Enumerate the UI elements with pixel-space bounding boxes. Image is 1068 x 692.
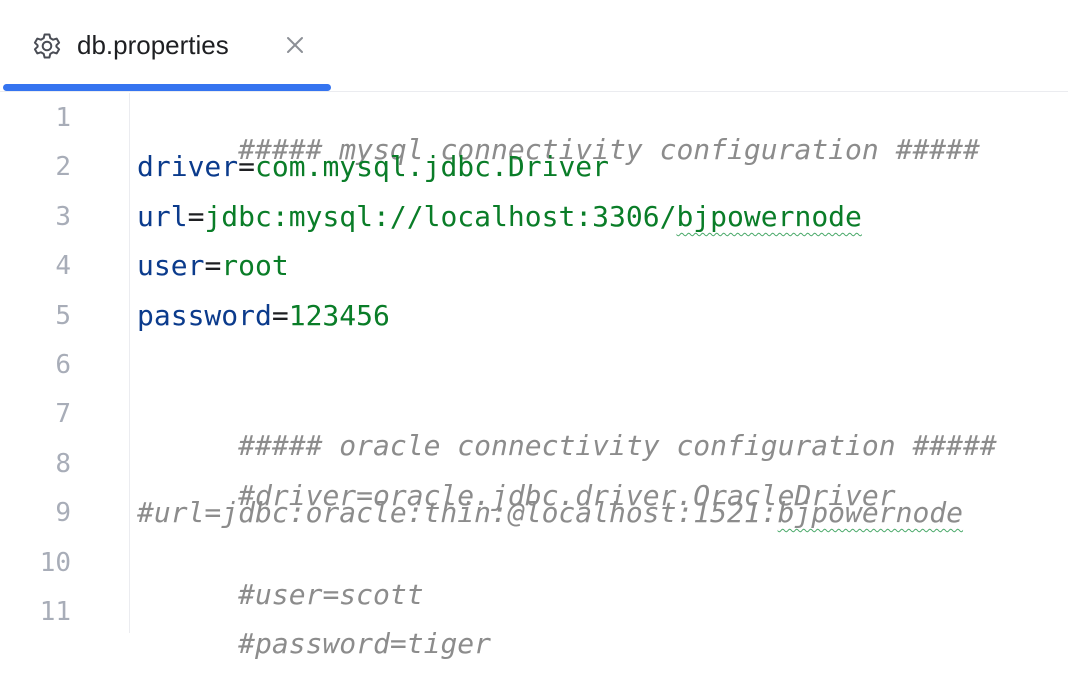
- property-value: root: [221, 249, 289, 282]
- property-key: driver: [137, 150, 239, 183]
- line-number: 8: [55, 449, 71, 479]
- line-number-gutter: 1 2 3 4 5 6 7 8 9 10 11: [0, 93, 130, 633]
- close-icon[interactable]: [283, 33, 307, 57]
- code-line[interactable]: #url=jdbc:oracle:thin:@localhost:1521:bj…: [137, 497, 963, 529]
- code-line[interactable]: user=root: [137, 250, 289, 282]
- property-key: url: [137, 200, 188, 233]
- line-number: 6: [55, 350, 71, 380]
- tab-db-properties[interactable]: db.properties: [0, 0, 332, 92]
- line-number: 4: [55, 251, 71, 281]
- property-separator: =: [204, 249, 222, 282]
- editor-tab-bar: db.properties: [0, 0, 1068, 92]
- property-key: password: [137, 299, 272, 332]
- line-number: 9: [55, 498, 71, 528]
- tab-label: db.properties: [77, 30, 229, 60]
- line-number: 11: [39, 597, 71, 627]
- property-separator: =: [187, 200, 205, 233]
- line-number: 1: [55, 103, 71, 133]
- spellcheck-flagged-word[interactable]: bjpowernode: [676, 200, 861, 233]
- code-line[interactable]: password=123456: [137, 300, 390, 332]
- gear-icon: [32, 31, 62, 61]
- comment-text: #url=jdbc:oracle:thin:@localhost:1521:: [137, 496, 778, 529]
- line-number: 2: [55, 152, 71, 182]
- line-number: 10: [39, 548, 71, 578]
- code-line[interactable]: #password=tiger: [137, 596, 491, 692]
- line-number: 7: [55, 399, 71, 429]
- active-tab-indicator: [3, 84, 331, 91]
- property-value: com.mysql.jdbc.Driver: [255, 150, 610, 183]
- line-number: 5: [55, 301, 71, 331]
- property-value: jdbc:mysql://localhost:3306/: [204, 200, 677, 233]
- code-line[interactable]: url=jdbc:mysql://localhost:3306/bjpowern…: [137, 201, 862, 233]
- property-key: user: [137, 249, 205, 282]
- spellcheck-flagged-word[interactable]: bjpowernode: [778, 496, 963, 529]
- comment-text: #password=tiger: [238, 627, 492, 660]
- property-separator: =: [238, 150, 256, 183]
- code-editor[interactable]: 1 2 3 4 5 6 7 8 9 10 11 ##### mysql conn…: [0, 93, 1068, 660]
- property-separator: =: [271, 299, 289, 332]
- property-value: 123456: [288, 299, 390, 332]
- code-line[interactable]: driver=com.mysql.jdbc.Driver: [137, 151, 609, 183]
- line-number: 3: [55, 202, 71, 232]
- code-area[interactable]: ##### mysql connectivity configuration #…: [137, 93, 1062, 660]
